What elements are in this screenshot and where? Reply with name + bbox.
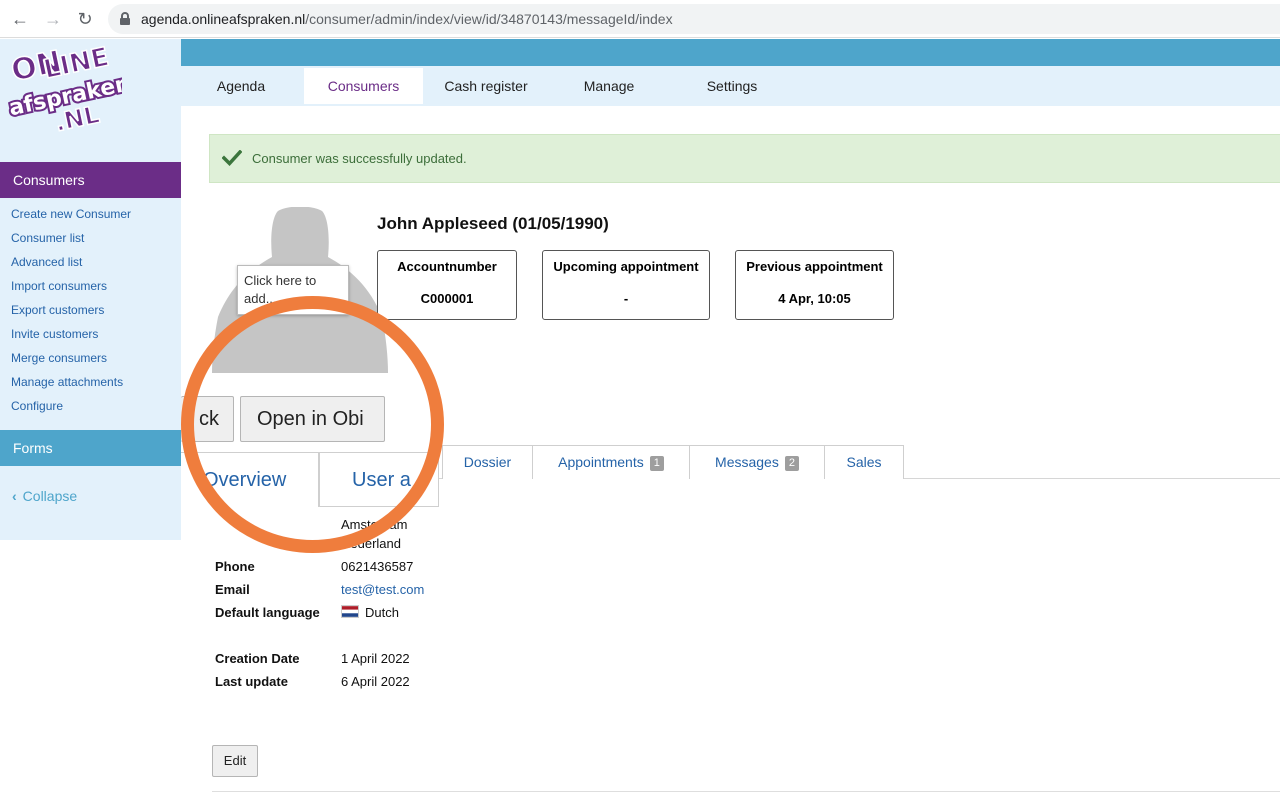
reload-icon[interactable]: ↻	[75, 9, 95, 29]
email-label: Email	[215, 582, 250, 597]
edit-button[interactable]: Edit	[212, 745, 258, 777]
account-number-card: Accountnumber C000001	[377, 250, 517, 320]
nav-tab-cash-register[interactable]: Cash register	[426, 68, 546, 104]
phone-value: 0621436587	[341, 559, 414, 574]
card-value: C000001	[420, 291, 474, 306]
back-arrow-icon[interactable]: ←	[10, 9, 30, 29]
forward-arrow-icon[interactable]: →	[43, 9, 63, 29]
tab-user-account[interactable]: User a	[319, 452, 439, 507]
alert-message: Consumer was successfully updated.	[252, 151, 467, 166]
last-update-label: Last update	[215, 674, 288, 689]
collapse-button[interactable]: ‹ Collapse	[12, 488, 77, 504]
sidebar-item-export-customers[interactable]: Export customers	[11, 303, 131, 327]
top-stripe	[0, 39, 1280, 66]
creation-date-value: 1 April 2022	[341, 651, 410, 666]
tab-messages[interactable]: Messages 2	[689, 445, 825, 479]
upcoming-appointment-card: Upcoming appointment -	[542, 250, 710, 320]
language-label: Default language	[215, 605, 320, 620]
tab-appointments[interactable]: Appointments 1	[532, 445, 690, 479]
nav-tab-settings[interactable]: Settings	[672, 68, 792, 104]
address-country: Nederland	[341, 536, 401, 551]
card-value: -	[623, 291, 629, 306]
card-label: Previous appointment	[746, 259, 883, 274]
sidebar-item-advanced-list[interactable]: Advanced list	[11, 255, 131, 279]
nav-tab-manage[interactable]: Manage	[549, 68, 669, 104]
language-value: Dutch	[341, 605, 399, 620]
card-value: 4 Apr, 10:05	[778, 291, 851, 306]
open-in-obi-button[interactable]: Open in Obi	[240, 396, 385, 442]
appointments-count-badge: 1	[649, 456, 664, 471]
nav-tab-consumers[interactable]: Consumers	[304, 68, 423, 104]
card-label: Upcoming appointment	[553, 259, 699, 274]
previous-appointment-card: Previous appointment 4 Apr, 10:05	[735, 250, 894, 320]
avatar-upload-tooltip: Click here to add...	[237, 265, 349, 315]
onlineafspraken-logo[interactable]: ON LINE afspraken .NL	[4, 41, 122, 133]
sidebar-item-manage-attachments[interactable]: Manage attachments	[11, 375, 131, 399]
url-text: agenda.onlineafspraken.nl/consumer/admin…	[141, 11, 673, 27]
dutch-flag-icon	[341, 605, 359, 618]
back-button[interactable]: ck	[181, 396, 234, 442]
nav-tab-agenda[interactable]: Agenda	[181, 68, 301, 104]
address-bar[interactable]: agenda.onlineafspraken.nl/consumer/admin…	[108, 4, 1280, 34]
sidebar-item-consumer-list[interactable]: Consumer list	[11, 231, 131, 255]
sidebar-section-consumers[interactable]: Consumers	[0, 162, 181, 198]
chevron-left-icon: ‹	[12, 488, 17, 504]
lock-icon	[120, 12, 130, 25]
sidebar: ON LINE afspraken .NL Consumers Create n…	[0, 39, 181, 540]
last-update-value: 6 April 2022	[341, 674, 410, 689]
tab-sales[interactable]: Sales	[824, 445, 904, 479]
sidebar-item-merge-consumers[interactable]: Merge consumers	[11, 351, 131, 375]
messages-count-badge: 2	[784, 456, 799, 471]
creation-date-label: Creation Date	[215, 651, 300, 666]
consumer-name: John Appleseed (01/05/1990)	[377, 214, 609, 233]
sidebar-item-create-consumer[interactable]: Create new Consumer	[11, 207, 131, 231]
tab-dossier[interactable]: Dossier	[442, 445, 533, 479]
divider	[212, 791, 1280, 792]
phone-label: Phone	[215, 559, 255, 574]
success-alert: Consumer was successfully updated.	[209, 134, 1280, 183]
email-link[interactable]: test@test.com	[341, 582, 424, 597]
checkmark-icon	[222, 150, 242, 166]
sidebar-item-invite-customers[interactable]: Invite customers	[11, 327, 131, 351]
tab-overview[interactable]: Overview	[181, 452, 319, 507]
address-city: Amsterdam	[341, 517, 408, 532]
top-nav: Agenda Consumers Cash register Manage Se…	[181, 66, 1280, 106]
sidebar-item-import-consumers[interactable]: Import consumers	[11, 279, 131, 303]
sidebar-item-configure[interactable]: Configure	[11, 399, 131, 423]
browser-toolbar: ← → ↻ agenda.onlineafspraken.nl/consumer…	[0, 0, 1280, 38]
sidebar-section-forms[interactable]: Forms	[0, 430, 181, 466]
sidebar-menu: Create new Consumer Consumer list Advanc…	[11, 207, 131, 423]
card-label: Accountnumber	[397, 259, 497, 274]
